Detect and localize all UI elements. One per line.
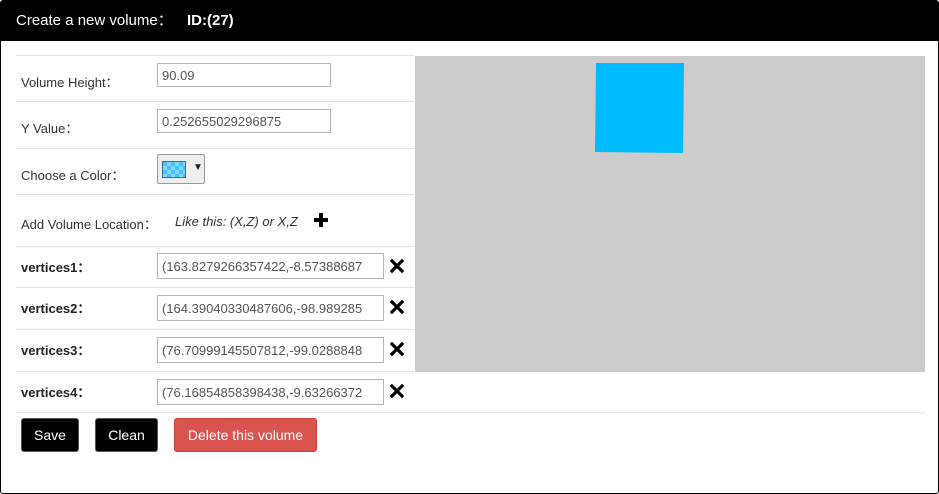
location-row: Add Volume Location： Like this: (X,Z) or… [16, 194, 414, 247]
plus-icon[interactable] [313, 212, 329, 228]
vertex-label: vertices4： [21, 385, 91, 400]
delete-volume-button[interactable]: Delete this volume [174, 418, 317, 452]
dialog-title: Create a new volume： [16, 12, 173, 29]
vertex-label: vertices2： [21, 301, 91, 316]
height-row: Volume Height： [16, 55, 414, 102]
volume-preview-svg [595, 63, 684, 153]
footer-divider [16, 412, 925, 413]
vertex-row: vertices4： [16, 371, 414, 413]
vertex-input[interactable] [157, 337, 384, 363]
location-label: Add Volume Location： [21, 217, 157, 232]
create-volume-dialog: Create a new volume： ID:(27) Volume Heig… [0, 0, 939, 494]
vertex-row: vertices1： [16, 246, 414, 288]
remove-x-icon[interactable] [390, 259, 404, 273]
vertex-input[interactable] [157, 253, 384, 279]
y-value-label: Y Value： [21, 121, 79, 136]
height-input[interactable] [157, 63, 331, 87]
vertex-row: vertices2： [16, 287, 414, 330]
color-row: Choose a Color： ▼ [16, 148, 414, 195]
height-label: Volume Height： [21, 75, 119, 90]
y-value-input[interactable] [157, 109, 331, 133]
clean-button[interactable]: Clean [95, 418, 158, 452]
vertex-label: vertices3： [21, 343, 91, 358]
volume-preview-canvas[interactable] [415, 56, 925, 372]
volume-id: ID:(27) [187, 12, 234, 29]
volume-shape[interactable] [595, 63, 684, 153]
vertex-input[interactable] [157, 295, 384, 321]
remove-x-icon[interactable] [390, 384, 404, 398]
location-hint: Like this: (X,Z) or X,Z [175, 214, 298, 229]
remove-x-icon[interactable] [390, 342, 404, 356]
vertex-label: vertices1： [21, 260, 91, 275]
dropdown-caret-icon: ▼ [193, 162, 203, 173]
color-label: Choose a Color： [21, 168, 125, 183]
y-value-row: Y Value： [16, 101, 414, 149]
vertex-row: vertices3： [16, 329, 414, 372]
save-button[interactable]: Save [21, 418, 79, 452]
remove-x-icon[interactable] [390, 300, 404, 314]
color-picker[interactable]: ▼ [157, 154, 205, 184]
vertex-input[interactable] [157, 379, 384, 405]
dialog-title-bar: Create a new volume： ID:(27) [1, 1, 938, 41]
color-swatch [162, 161, 186, 178]
